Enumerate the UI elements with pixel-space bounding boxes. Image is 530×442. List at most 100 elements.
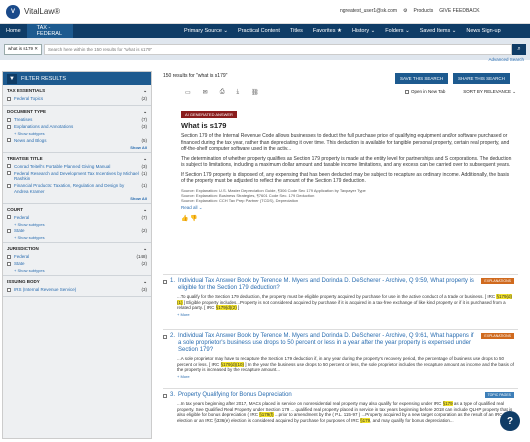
filter-item-label[interactable]: Financial Products: Taxation, Regulation…: [14, 183, 140, 194]
filter-checkbox[interactable]: [7, 164, 11, 168]
filter-item[interactable]: IRS (Internal Revenue Service) (3): [7, 287, 147, 293]
filter-section-title[interactable]: TAX ESSENTIALS ⌄: [7, 88, 147, 94]
result-header: 2. Individual Tax Answer Book by Terence …: [163, 333, 514, 354]
user-email[interactable]: ngreatest_user1@sk.com: [340, 8, 397, 14]
advanced-search-link[interactable]: Advanced Search: [488, 57, 524, 62]
vitallaw-logo-icon[interactable]: V: [6, 4, 20, 19]
filter-checkbox[interactable]: [7, 117, 11, 122]
filter-section: ISSUING BODY ⌄ IRS (Internal Revenue Servi…: [3, 276, 151, 297]
save-search-button[interactable]: SAVE THIS SEARCH: [395, 73, 449, 84]
filter-section-title[interactable]: ISSUING BODY ⌄: [7, 279, 147, 285]
show-all-link[interactable]: Show All: [7, 196, 147, 201]
nav-item[interactable]: Saved Items ⌄: [420, 28, 457, 34]
chevron-down-icon[interactable]: ⌄: [143, 88, 147, 94]
filter-section-title[interactable]: JURISDICTION ⌄: [7, 246, 147, 252]
help-icon[interactable]: ?: [500, 411, 520, 431]
email-icon[interactable]: ✉: [203, 89, 208, 96]
filter-checkbox[interactable]: [7, 183, 11, 188]
feedback-link[interactable]: GIVE FEEDBACK: [439, 8, 479, 14]
show-subtypes-link[interactable]: + Show subtypes: [14, 131, 147, 136]
filter-item-label[interactable]: Explanations and Annotations: [14, 124, 140, 130]
link-icon[interactable]: ⛓: [251, 89, 259, 96]
filter-item-label[interactable]: Federal Topics: [14, 96, 140, 102]
filter-item[interactable]: Conrad Teitell's Portable Planned Giving…: [7, 164, 147, 170]
result-checkbox[interactable]: [163, 280, 167, 284]
filter-item-count: (5): [141, 137, 148, 143]
filter-checkbox[interactable]: [7, 228, 11, 233]
new-tab-toggle[interactable]: Open in New Tab: [405, 89, 445, 94]
filter-checkbox[interactable]: [7, 171, 11, 175]
filter-item[interactable]: Federal (148): [7, 254, 147, 260]
search-input[interactable]: Search here within the 150 results for "…: [44, 43, 512, 55]
more-link[interactable]: + More: [177, 312, 514, 317]
nav-tab-tax-federal[interactable]: TAX - FEDERAL: [26, 24, 73, 38]
filter-item-label[interactable]: Conrad Teitell's Portable Planned Giving…: [14, 164, 140, 170]
filter-checkbox[interactable]: [7, 254, 11, 259]
show-subtypes-link[interactable]: + Show subtypes: [14, 235, 147, 240]
result-title[interactable]: Individual Tax Answer Book by Terence M.…: [178, 333, 478, 354]
result-checkbox[interactable]: [163, 394, 167, 398]
read-all-link[interactable]: Read all ⌄: [181, 205, 513, 211]
filter-item-label[interactable]: State: [14, 228, 140, 234]
nav-item[interactable]: News Sign-up: [466, 28, 500, 34]
filter-section-title[interactable]: COURT ⌄: [7, 207, 147, 213]
sort-by-select[interactable]: SORT BY RELEVANCE ⌄: [463, 89, 516, 95]
filter-item[interactable]: Federal Research and Development Tax Inc…: [7, 171, 147, 182]
result-checkbox[interactable]: [163, 335, 167, 339]
filter-checkbox[interactable]: [7, 287, 11, 292]
more-link[interactable]: + More: [177, 374, 514, 379]
folder-icon[interactable]: ▭: [185, 89, 191, 96]
filter-checkbox[interactable]: [7, 124, 11, 129]
filter-item-label[interactable]: Treatises: [14, 117, 140, 123]
thumbs-icons[interactable]: 👍 👎: [181, 215, 513, 222]
filter-item[interactable]: State (2): [7, 261, 147, 267]
filter-item-label[interactable]: News and Blogs: [14, 138, 140, 144]
funnel-icon[interactable]: ▼: [7, 73, 17, 84]
chevron-down-icon[interactable]: ⌄: [143, 207, 147, 213]
filter-item[interactable]: State (2): [7, 228, 147, 234]
nav-item[interactable]: Titles: [290, 28, 303, 34]
show-subtypes-link[interactable]: + Show subtypes: [14, 222, 147, 227]
filter-item[interactable]: Federal Topics (2): [7, 96, 147, 102]
nav-item[interactable]: Favorites ★: [313, 28, 342, 34]
filter-item[interactable]: Explanations and Annotations (3): [7, 124, 147, 130]
nav-item[interactable]: Primary Source ⌄: [184, 28, 228, 34]
filter-item-label[interactable]: Federal Research and Development Tax Inc…: [14, 171, 140, 182]
show-all-link[interactable]: Show All: [7, 145, 147, 150]
filter-item-label[interactable]: Federal: [14, 215, 140, 221]
filter-item-label[interactable]: State: [14, 261, 140, 267]
search-icon[interactable]: ⌕: [512, 43, 526, 55]
new-tab-checkbox[interactable]: [405, 89, 409, 94]
filter-checkbox[interactable]: [7, 96, 11, 101]
search-chip[interactable]: what is s179 ✕: [4, 43, 43, 55]
result-title[interactable]: Property Qualifying for Bonus Depreciati…: [178, 392, 482, 399]
chevron-down-icon[interactable]: ⌄: [143, 246, 147, 252]
filter-item-label[interactable]: Federal: [14, 254, 134, 260]
show-subtypes-link[interactable]: + Show subtypes: [14, 268, 147, 273]
filter-item[interactable]: Treatises (7): [7, 117, 147, 123]
result-title[interactable]: Individual Tax Answer Book by Terence M.…: [178, 278, 478, 292]
nav-item[interactable]: Folders ⌄: [385, 28, 409, 34]
nav-item[interactable]: History ⌄: [352, 28, 375, 34]
filter-checkbox[interactable]: [7, 215, 11, 219]
filter-item[interactable]: Federal (7): [7, 215, 147, 221]
filter-section-title[interactable]: DOCUMENT TYPE ⌄: [7, 109, 147, 115]
gear-icon[interactable]: ⚙: [403, 8, 407, 14]
filter-item[interactable]: Financial Products: Taxation, Regulation…: [7, 183, 147, 194]
products-link[interactable]: Products: [414, 8, 434, 14]
ai-source[interactable]: Source: Explanation: CCH Tax Prep Partne…: [181, 198, 513, 203]
filter-section-title[interactable]: TREATISE TITLE ⌄: [7, 156, 147, 162]
download-icon[interactable]: ⤓: [237, 89, 240, 96]
share-search-button[interactable]: SHARE THIS SEARCH: [453, 73, 510, 84]
nav-home[interactable]: Home: [0, 28, 27, 34]
chevron-down-icon[interactable]: ⌄: [143, 109, 147, 115]
filter-checkbox[interactable]: [7, 138, 11, 142]
filter-checkbox[interactable]: [7, 261, 11, 266]
chevron-down-icon[interactable]: ⌄: [143, 279, 147, 285]
logo-text[interactable]: VitalLaw®: [24, 7, 60, 16]
filter-item-label[interactable]: IRS (Internal Revenue Service): [14, 287, 140, 293]
nav-item[interactable]: Practical Content: [238, 28, 280, 34]
print-icon[interactable]: ⎙: [220, 89, 225, 96]
chevron-down-icon[interactable]: ⌄: [143, 156, 147, 162]
filter-item[interactable]: News and Blogs (5): [7, 138, 147, 144]
